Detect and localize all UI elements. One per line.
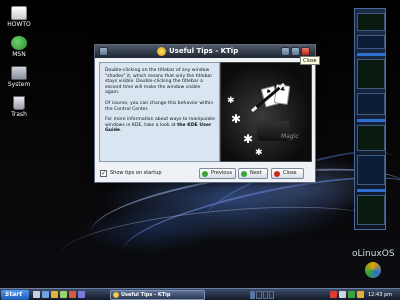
lightbulb-icon bbox=[113, 292, 119, 298]
close-window-button[interactable] bbox=[301, 47, 310, 56]
quicklaunch-app-icon[interactable] bbox=[60, 291, 67, 298]
quicklaunch-folder-icon[interactable] bbox=[51, 291, 58, 298]
distro-brand-text: oLinuxOS bbox=[352, 249, 395, 259]
monitor-bar bbox=[357, 53, 385, 56]
close-label: Close bbox=[283, 170, 297, 176]
close-button[interactable]: Close bbox=[271, 168, 304, 179]
quicklaunch-app-icon[interactable] bbox=[69, 291, 76, 298]
window-menu-button[interactable] bbox=[99, 47, 108, 56]
monitor-graph bbox=[357, 125, 385, 151]
star-icon: ✱ bbox=[243, 132, 254, 146]
monitor-graph bbox=[357, 13, 385, 31]
desktop-icon-label: System bbox=[7, 81, 31, 88]
monitor-graph bbox=[357, 35, 385, 49]
tip-paragraph-suffix: . bbox=[120, 128, 122, 134]
quicklaunch-app-icon[interactable] bbox=[78, 291, 85, 298]
tray-app-icon[interactable] bbox=[348, 291, 355, 298]
system-monitor-widget bbox=[354, 8, 386, 230]
taskbar-clock[interactable]: 12:43 pm bbox=[368, 291, 392, 299]
pager-desktop[interactable] bbox=[256, 291, 262, 299]
pager-desktop[interactable] bbox=[262, 291, 268, 299]
dialog-title: Useful Tips - KTip bbox=[169, 47, 239, 55]
lightbulb-icon bbox=[157, 47, 166, 56]
close-icon bbox=[274, 171, 280, 177]
start-button[interactable]: Start bbox=[1, 290, 29, 300]
close-tooltip: Close bbox=[300, 56, 320, 65]
pager-desktop[interactable] bbox=[268, 291, 274, 299]
taskbar-item-label: Useful Tips - KTip bbox=[121, 292, 171, 298]
maximize-button[interactable] bbox=[291, 47, 300, 56]
trash-icon bbox=[13, 96, 25, 110]
document-icon bbox=[11, 6, 27, 20]
pager-desktop[interactable] bbox=[250, 291, 256, 299]
illustration-watermark: Magic bbox=[281, 133, 299, 140]
show-tips-label[interactable]: Show tips on startup bbox=[110, 170, 162, 176]
tip-paragraph: Double-clicking on the titlebar of any w… bbox=[105, 68, 213, 96]
monitor-bar bbox=[357, 189, 385, 192]
distro-logo-icon bbox=[365, 262, 381, 278]
desktop-icon-label: MSN bbox=[12, 51, 26, 58]
tray-app-icon[interactable] bbox=[330, 291, 337, 298]
desktop-icon-msn[interactable]: MSN bbox=[2, 36, 36, 58]
show-tips-checkbox[interactable]: ✓ bbox=[100, 170, 107, 177]
tip-text-panel: Double-clicking on the titlebar of any w… bbox=[99, 62, 220, 162]
next-label: Next bbox=[250, 170, 262, 176]
tip-paragraph: For more information about ways to manip… bbox=[105, 117, 215, 134]
messenger-icon bbox=[11, 36, 27, 50]
star-icon: ✱ bbox=[231, 112, 242, 126]
desktop-pager[interactable] bbox=[250, 291, 274, 299]
desktop-icon-system[interactable]: System bbox=[2, 66, 36, 88]
taskbar-item-ktip[interactable]: Useful Tips - KTip bbox=[110, 290, 205, 300]
magic-illustration: ✱ ✱ ✱ ✱ ♠ ♣ Magic bbox=[220, 62, 312, 162]
monitor-graph bbox=[357, 155, 385, 185]
previous-label: Previous bbox=[211, 170, 233, 176]
tray-app-icon[interactable] bbox=[339, 291, 346, 298]
desktop-icon-trash[interactable]: Trash bbox=[2, 96, 36, 118]
dialog-titlebar[interactable]: Useful Tips - KTip bbox=[95, 45, 315, 58]
tray-app-icon[interactable] bbox=[357, 291, 364, 298]
quicklaunch-home-icon[interactable] bbox=[33, 291, 40, 298]
previous-button[interactable]: Previous bbox=[199, 168, 236, 179]
tip-paragraph: Of course, you can change this behavior … bbox=[105, 100, 214, 112]
desktop-icon-label: Trash bbox=[11, 111, 27, 118]
next-button[interactable]: Next bbox=[238, 168, 268, 179]
desktop-icon-label: HOWTO bbox=[7, 21, 31, 28]
minimize-button[interactable] bbox=[281, 47, 290, 56]
desktop-icon-howto[interactable]: HOWTO bbox=[2, 6, 36, 28]
computer-icon bbox=[11, 66, 27, 80]
star-icon: ✱ bbox=[227, 96, 235, 106]
ktip-dialog: Useful Tips - KTip Double-clicking on th… bbox=[94, 44, 316, 183]
arrow-left-icon bbox=[202, 171, 208, 177]
monitor-bar bbox=[357, 119, 385, 122]
star-icon: ✱ bbox=[255, 148, 263, 158]
dialog-footer: ✓ Show tips on startup Previous Next Clo… bbox=[95, 166, 315, 182]
quicklaunch-browser-icon[interactable] bbox=[42, 291, 49, 298]
arrow-right-icon bbox=[241, 171, 247, 177]
monitor-graph bbox=[357, 93, 385, 115]
taskbar: Start Useful Tips - KTip 12:43 pm bbox=[0, 288, 400, 300]
monitor-graph bbox=[357, 59, 385, 89]
monitor-graph bbox=[357, 195, 385, 225]
